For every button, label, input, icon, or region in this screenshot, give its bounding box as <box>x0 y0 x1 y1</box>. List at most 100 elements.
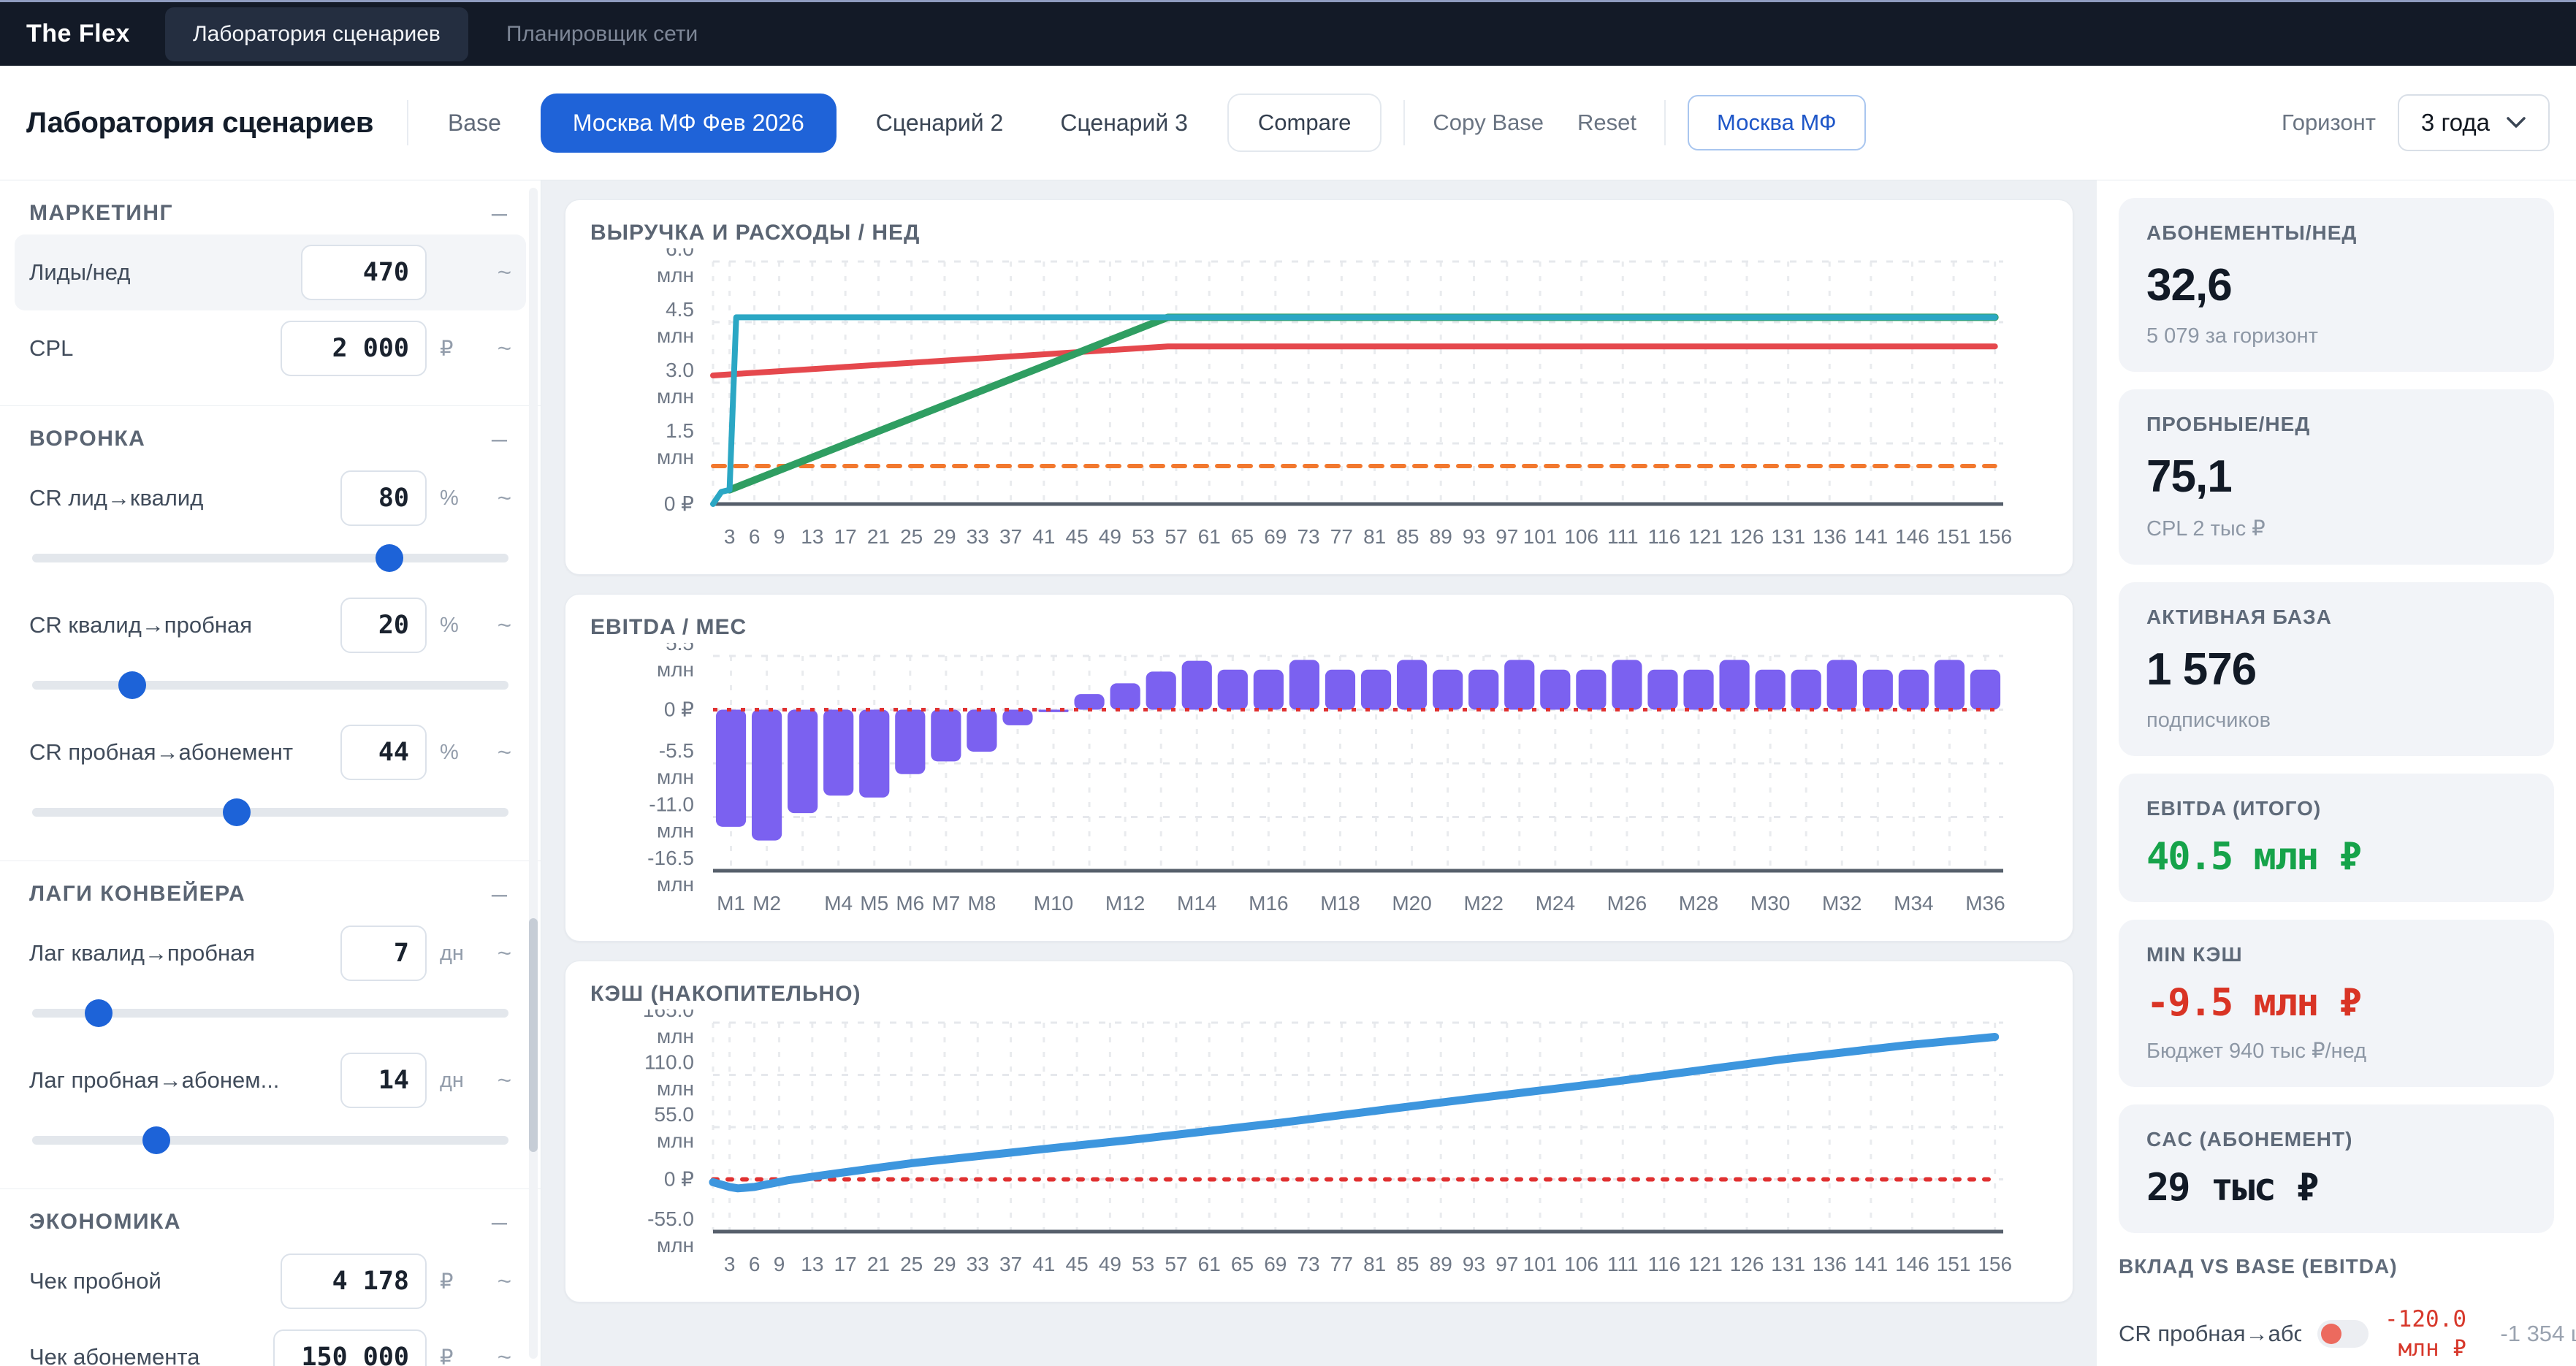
cr-trial-sub-input[interactable] <box>342 738 425 767</box>
kpi-sub: CPL 2 тыс ₽ <box>2146 517 2266 541</box>
svg-text:6: 6 <box>749 525 761 548</box>
contrib-toggle[interactable] <box>2317 1320 2369 1348</box>
slider-thumb[interactable] <box>223 798 251 826</box>
cr-lead-qual-slider[interactable] <box>32 544 508 572</box>
param-row-cr-qual-trial: CR квалид→пробная % ~ <box>29 587 511 663</box>
kpi-value: 40.5 млн ₽ <box>2146 835 2362 879</box>
svg-text:M4: M4 <box>824 892 853 915</box>
kpi-card-cac: CAC (АБОНЕМЕНТ) 29 тыс ₽ <box>2119 1104 2554 1233</box>
collapse-icon[interactable]: – <box>487 1208 511 1236</box>
svg-text:M8: M8 <box>967 892 996 915</box>
svg-text:M5: M5 <box>860 892 888 915</box>
approx-icon: ~ <box>497 1267 511 1294</box>
compare-button[interactable]: Compare <box>1227 94 1382 152</box>
approx-icon: ~ <box>497 335 511 362</box>
scenario-tab-2[interactable]: Сценарий 2 <box>858 95 1021 151</box>
svg-text:4.5: 4.5 <box>666 298 694 321</box>
kpi-card-active-base: АКТИВНАЯ БАЗА 1 576 подписчиков <box>2119 582 2554 756</box>
svg-text:M26: M26 <box>1607 892 1647 915</box>
svg-text:M32: M32 <box>1822 892 1861 915</box>
trial-check-input[interactable] <box>282 1267 425 1296</box>
kpi-card-subscriptions: АБОНЕМЕНТЫ/НЕД 32,6 5 079 за горизонт <box>2119 198 2554 372</box>
svg-text:97: 97 <box>1495 1253 1518 1275</box>
svg-text:116: 116 <box>1648 1253 1681 1275</box>
contrib-row-cr-trial-sub: CR пробная→або... -120.0 млн ₽ -1 354 шт <box>2119 1305 2576 1364</box>
svg-text:106: 106 <box>1564 1253 1598 1275</box>
svg-text:M30: M30 <box>1750 892 1790 915</box>
scenario-tab-base[interactable]: Base <box>430 95 519 151</box>
svg-text:93: 93 <box>1463 525 1485 548</box>
svg-text:69: 69 <box>1264 1253 1287 1275</box>
kpi-card-trials: ПРОБНЫЕ/НЕД 75,1 CPL 2 тыс ₽ <box>2119 389 2554 565</box>
slider-thumb[interactable] <box>85 999 113 1027</box>
cpl-input[interactable] <box>282 334 425 363</box>
svg-text:53: 53 <box>1132 1253 1154 1275</box>
svg-text:141: 141 <box>1854 525 1889 548</box>
svg-text:45: 45 <box>1066 525 1089 548</box>
parameters-sidebar: МАРКЕТИНГ – Лиды/нед ~ CPL ₽ ~ ВОРОНКА – <box>0 180 541 1366</box>
svg-text:M10: M10 <box>1034 892 1073 915</box>
cr-qual-trial-slider[interactable] <box>32 671 508 699</box>
leads-input[interactable] <box>302 258 425 287</box>
sub-check-input[interactable] <box>275 1343 425 1366</box>
top-tab-scenario-lab[interactable]: Лаборатория сценариев <box>164 7 468 61</box>
lag-qual-trial-input[interactable] <box>342 939 425 968</box>
svg-text:151: 151 <box>1937 525 1971 548</box>
reset-button[interactable]: Reset <box>1571 110 1642 136</box>
kpi-value: 1 576 <box>2146 644 2257 695</box>
chart-title: ВЫРУЧКА И РАСХОДЫ / НЕД <box>590 221 921 245</box>
param-row-cr-trial-sub: CR пробная→абонемент % ~ <box>29 714 511 790</box>
sidebar-scrollbar-track <box>529 188 538 1359</box>
approx-icon: ~ <box>497 1343 511 1366</box>
svg-text:131: 131 <box>1771 1253 1805 1275</box>
cr-qual-trial-input[interactable] <box>342 611 425 640</box>
svg-text:116: 116 <box>1648 525 1681 548</box>
svg-text:млн: млн <box>657 1129 694 1152</box>
copy-base-button[interactable]: Copy Base <box>1427 110 1550 136</box>
cr-trial-sub-slider[interactable] <box>32 798 508 826</box>
kpi-value: 32,6 <box>2146 260 2233 310</box>
svg-text:33: 33 <box>967 525 989 548</box>
svg-text:73: 73 <box>1297 1253 1319 1275</box>
svg-text:13: 13 <box>801 525 823 548</box>
svg-text:136: 136 <box>1813 525 1847 548</box>
lag-trial-sub-slider[interactable] <box>32 1126 508 1154</box>
svg-text:M20: M20 <box>1392 892 1431 915</box>
svg-text:M1: M1 <box>717 892 745 915</box>
collapse-icon[interactable]: – <box>487 880 511 908</box>
slider-thumb[interactable] <box>142 1126 170 1154</box>
content-area: МАРКЕТИНГ – Лиды/нед ~ CPL ₽ ~ ВОРОНКА – <box>0 180 2576 1366</box>
horizon-select[interactable]: 3 года <box>2397 94 2550 151</box>
scenario-tab-3[interactable]: Сценарий 3 <box>1043 95 1205 151</box>
svg-text:156: 156 <box>1978 1253 2012 1275</box>
slider-thumb[interactable] <box>118 671 146 699</box>
scenario-tab-active[interactable]: Москва МФ Фев 2026 <box>540 93 837 153</box>
svg-text:69: 69 <box>1264 525 1287 548</box>
kpi-panel: АБОНЕМЕНТЫ/НЕД 32,6 5 079 за горизонт ПР… <box>2097 180 2576 1366</box>
svg-text:M36: M36 <box>1965 892 2005 915</box>
contrib-delta: -120.0 млн ₽ <box>2385 1306 2466 1362</box>
svg-text:-5.5: -5.5 <box>659 739 694 762</box>
collapse-icon[interactable]: – <box>487 425 511 453</box>
svg-text:81: 81 <box>1363 1253 1386 1275</box>
ebitda-chart: 5.5 млн 0 ₽ -5.5 млн -11.0 млн -16.5 млн M1 M2 M4 M5… <box>647 643 2005 915</box>
slider-thumb[interactable] <box>376 544 403 572</box>
svg-text:29: 29 <box>933 1253 956 1275</box>
svg-text:млн: млн <box>657 1077 694 1100</box>
collapse-icon[interactable]: – <box>487 199 511 227</box>
sidebar-scrollbar-thumb[interactable] <box>529 918 538 1152</box>
svg-text:млн: млн <box>657 385 694 408</box>
lag-qual-trial-slider[interactable] <box>32 999 508 1027</box>
scenario-name-button[interactable]: Москва МФ <box>1688 95 1866 150</box>
contrib-section-title: ВКЛАД VS BASE (EBITDA) <box>2119 1255 2398 1278</box>
cr-lead-qual-input[interactable] <box>342 484 425 513</box>
lag-trial-sub-input[interactable] <box>342 1066 425 1095</box>
kpi-value: -9.5 млн ₽ <box>2146 981 2362 1025</box>
svg-text:6.0: 6.0 <box>666 248 694 260</box>
svg-text:61: 61 <box>1198 1253 1221 1275</box>
top-tab-network-planner[interactable]: Планировщик сети <box>479 7 725 61</box>
kpi-sub: Бюджет 940 тыс ₽/нед <box>2146 1039 2367 1063</box>
svg-text:млн: млн <box>657 1234 694 1256</box>
page-title: Лаборатория сценариев <box>26 106 373 139</box>
cash-chart: 165.0млн110.0млн55.0млн0 ₽-55.0млн3 6 9 13 1… <box>643 1010 2012 1275</box>
